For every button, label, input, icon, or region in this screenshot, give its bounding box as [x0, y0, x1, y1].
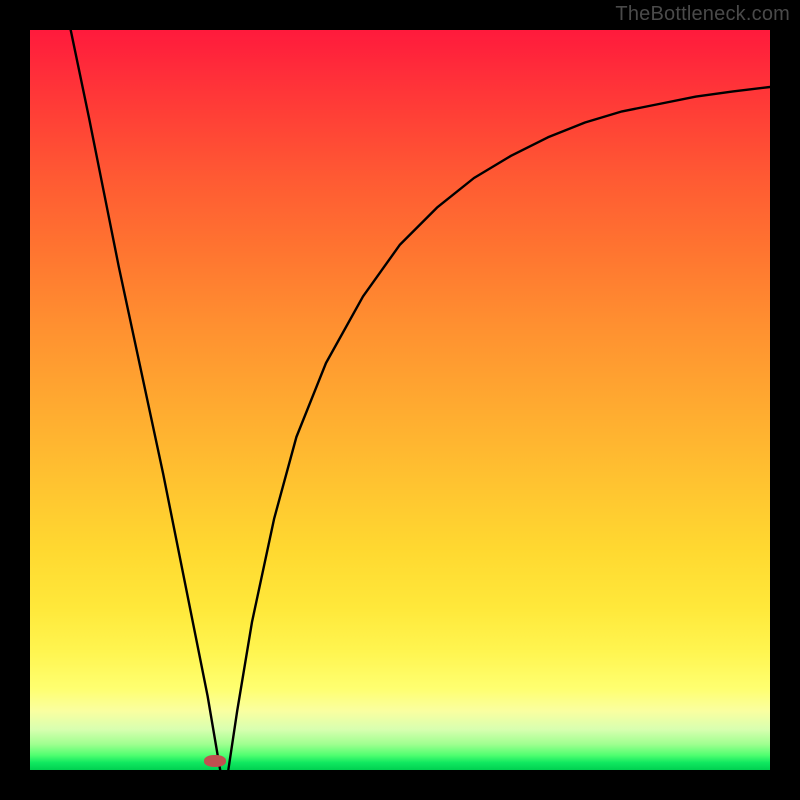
watermark-text: TheBottleneck.com: [615, 3, 790, 26]
plot-area: [30, 30, 770, 770]
chart-frame: TheBottleneck.com: [0, 0, 800, 800]
minimum-marker: [204, 755, 226, 767]
bottleneck-curve: [30, 30, 770, 770]
curve-path: [71, 30, 770, 770]
